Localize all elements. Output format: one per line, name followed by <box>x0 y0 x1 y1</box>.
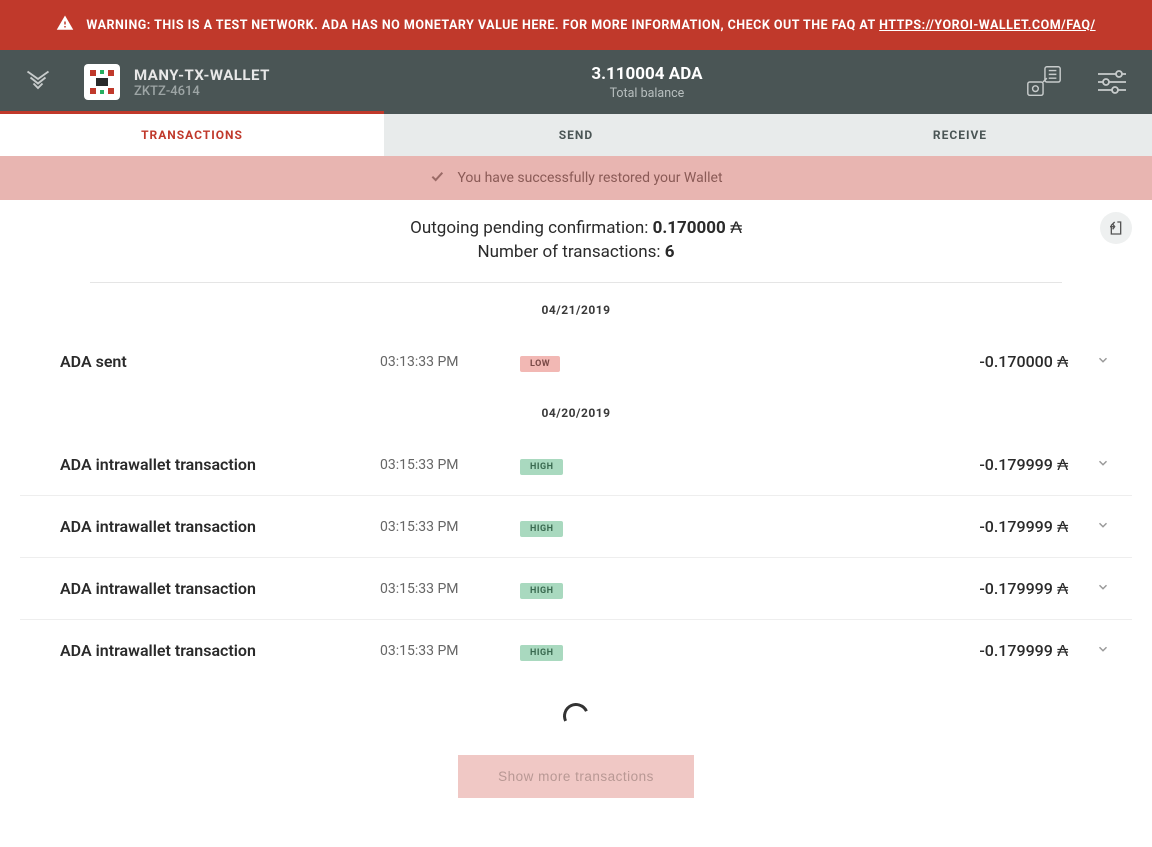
transaction-row[interactable]: ADA intrawallet transaction03:15:33 PMHI… <box>20 620 1132 681</box>
nav-icons <box>1024 64 1132 100</box>
loading-spinner-wrap <box>0 681 1152 751</box>
chevron-down-icon <box>1096 641 1110 660</box>
transaction-amount: -0.179999 ₳ <box>979 455 1068 475</box>
warning-prefix: WARNING: THIS IS A TEST NETWORK. ADA HAS… <box>86 18 879 33</box>
tab-transactions[interactable]: TRANSACTIONS <box>0 111 384 156</box>
transaction-type: ADA intrawallet transaction <box>60 579 380 598</box>
transaction-type: ADA intrawallet transaction <box>60 517 380 536</box>
divider <box>90 282 1062 283</box>
transaction-row[interactable]: ADA intrawallet transaction03:15:33 PMHI… <box>20 496 1132 558</box>
transaction-time: 03:15:33 PM <box>380 519 520 535</box>
transaction-badge-wrap: HIGH <box>520 578 979 599</box>
balance-block: 3.110004 ADA Total balance <box>270 64 1024 101</box>
tabs: TRANSACTIONS SEND RECEIVE <box>0 114 1152 156</box>
date-header: 04/21/2019 <box>0 289 1152 331</box>
chevron-down-icon <box>1096 352 1110 371</box>
pending-line: Outgoing pending confirmation: 0.170000 … <box>0 216 1152 240</box>
export-button[interactable] <box>1100 212 1132 244</box>
count-value: 6 <box>665 242 675 262</box>
warning-icon <box>56 14 74 36</box>
logo-area: MANY-TX-WALLET ZKTZ-4614 <box>20 64 270 100</box>
date-header: 04/20/2019 <box>0 392 1152 434</box>
balance-amount: 3.110004 ADA <box>270 64 1024 84</box>
transaction-time: 03:15:33 PM <box>380 643 520 659</box>
chevron-down-icon <box>1096 455 1110 474</box>
pending-label: Outgoing pending confirmation: <box>410 218 652 238</box>
balance-label: Total balance <box>270 86 1024 101</box>
assurance-badge: HIGH <box>520 521 563 537</box>
wallet-avatar-icon <box>84 64 120 100</box>
ada-symbol: ₳ <box>1053 643 1068 660</box>
settings-icon[interactable] <box>1092 64 1132 100</box>
assurance-badge: HIGH <box>520 459 563 475</box>
pending-symbol: ₳ <box>726 218 742 237</box>
transaction-row[interactable]: ADA intrawallet transaction03:15:33 PMHI… <box>20 434 1132 496</box>
transaction-badge-wrap: HIGH <box>520 454 979 475</box>
transaction-amount: -0.179999 ₳ <box>979 579 1068 599</box>
transaction-amount: -0.179999 ₳ <box>979 517 1068 537</box>
transaction-badge-wrap: LOW <box>520 351 979 372</box>
count-label: Number of transactions: <box>478 242 665 262</box>
transaction-type: ADA sent <box>60 352 380 371</box>
yoroi-logo-icon[interactable] <box>20 64 56 100</box>
ada-symbol: ₳ <box>1053 354 1068 371</box>
wallet-id-block: MANY-TX-WALLET ZKTZ-4614 <box>134 66 270 99</box>
chevron-down-icon <box>1096 517 1110 536</box>
transaction-badge-wrap: HIGH <box>520 640 979 661</box>
warning-bar: WARNING: THIS IS A TEST NETWORK. ADA HAS… <box>0 0 1152 50</box>
success-bar: You have successfully restored your Wall… <box>0 156 1152 200</box>
hardware-wallet-icon[interactable] <box>1024 64 1064 100</box>
transaction-amount: -0.179999 ₳ <box>979 641 1068 661</box>
count-line: Number of transactions: 6 <box>0 240 1152 264</box>
ada-symbol: ₳ <box>1053 581 1068 598</box>
warning-faq-link[interactable]: HTTPS://YOROI-WALLET.COM/FAQ/ <box>879 18 1096 33</box>
success-message: You have successfully restored your Wall… <box>457 170 722 186</box>
ada-symbol: ₳ <box>1053 519 1068 536</box>
ada-symbol: ₳ <box>1053 457 1068 474</box>
warning-text: WARNING: THIS IS A TEST NETWORK. ADA HAS… <box>86 18 1095 33</box>
transaction-time: 03:15:33 PM <box>380 581 520 597</box>
transaction-list: 04/21/2019 ADA sent03:13:33 PMLOW -0.17000… <box>0 289 1152 681</box>
assurance-badge: HIGH <box>520 583 563 599</box>
wallet-name: MANY-TX-WALLET <box>134 66 270 84</box>
summary: Outgoing pending confirmation: 0.170000 … <box>0 200 1152 282</box>
check-icon <box>429 168 445 188</box>
tab-receive[interactable]: RECEIVE <box>768 114 1152 156</box>
transaction-amount: -0.170000 ₳ <box>979 352 1068 372</box>
assurance-badge: HIGH <box>520 645 563 661</box>
assurance-badge: LOW <box>520 356 560 372</box>
transaction-type: ADA intrawallet transaction <box>60 641 380 660</box>
transaction-time: 03:13:33 PM <box>380 354 520 370</box>
show-more-button[interactable]: Show more transactions <box>458 755 694 798</box>
transaction-row[interactable]: ADA sent03:13:33 PMLOW -0.170000 ₳ <box>20 331 1132 392</box>
transaction-badge-wrap: HIGH <box>520 516 979 537</box>
pending-value: 0.170000 <box>653 218 726 238</box>
nav-bar: MANY-TX-WALLET ZKTZ-4614 3.110004 ADA To… <box>0 50 1152 114</box>
chevron-down-icon <box>1096 579 1110 598</box>
wallet-code: ZKTZ-4614 <box>134 84 270 99</box>
tab-send[interactable]: SEND <box>384 114 768 156</box>
loading-spinner-icon <box>559 699 592 732</box>
transaction-type: ADA intrawallet transaction <box>60 455 380 474</box>
transaction-row[interactable]: ADA intrawallet transaction03:15:33 PMHI… <box>20 558 1132 620</box>
transaction-time: 03:15:33 PM <box>380 457 520 473</box>
